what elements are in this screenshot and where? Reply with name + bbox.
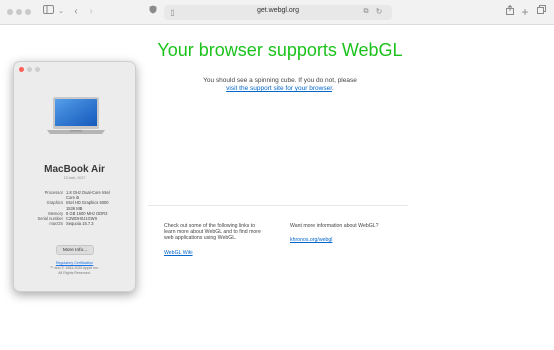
share-icon[interactable] [505,4,515,19]
spec-key: Graphics [46,200,63,206]
about-this-mac-window: MacBook Air 13-inch, 2017 Processor 1.8 … [13,61,136,292]
support-site-link[interactable]: visit the support site for your browser [226,85,332,92]
page-subtext: You should see a spinning cube. If you d… [150,77,410,93]
spec-row-graphics: Graphics Intel HD Graphics 6000 1536 MB [14,200,135,210]
webgl-wiki-link[interactable]: WebGL Wiki [164,250,284,256]
links-text-3: web applications using WebGL. [164,235,237,242]
subtext-line: You should see a spinning cube. If you d… [203,77,357,84]
window-minimize-button[interactable] [16,9,22,15]
section-divider [148,205,408,206]
spec-list: Processor 1.8 GHz Dual-Core Intel Core i… [14,190,135,226]
address-bar[interactable]: ▯ get.webgl.org ⧉ ↻ [164,5,392,20]
spec-row-processor: Processor 1.8 GHz Dual-Core Intel Core i… [14,190,135,200]
window-zoom-button[interactable] [25,9,31,15]
chevron-left-icon[interactable]: ‹ [71,5,81,19]
chevron-right-icon[interactable]: › [86,5,96,19]
subtext-period: . [332,85,334,92]
spec-row-macos: macOS Sequoia 15.7.3 [14,221,135,226]
links-column: Check out some of the following links to… [164,223,284,256]
info-text: Want more information about WebGL? [290,223,379,229]
tabs-overview-icon[interactable] [536,5,546,19]
plus-icon[interactable]: + [520,5,530,19]
macbook-air-image [47,97,105,134]
more-info-button[interactable]: More Info... [56,245,94,255]
sidebar-icon[interactable] [41,5,55,19]
shield-icon[interactable] [148,5,158,19]
translate-icon[interactable]: ⧉ [360,5,372,19]
window-close-button[interactable] [7,9,13,15]
about-zoom-button[interactable] [35,67,40,72]
copyright-text: ™ and © 1983-2025 Apple Inc. All Rights … [14,266,135,275]
info-column: Want more information about WebGL? khron… [290,223,410,243]
page-headline: Your browser supports WebGL [157,40,403,60]
spec-value: Sequoia 15.7.3 [66,221,94,227]
spec-key: Processor [44,190,63,195]
model-year: 13-inch, 2017 [63,176,86,180]
copyright-line-2: All Rights Reserved. [58,270,91,275]
browser-toolbar: ⌄ ‹ › ▯ get.webgl.org ⧉ ↻ + [0,0,554,25]
about-minimize-button[interactable] [27,67,32,72]
model-title: MacBook Air [44,164,105,175]
chevron-down-icon[interactable]: ⌄ [57,5,65,19]
about-close-button[interactable] [19,67,24,72]
regulatory-certification-link[interactable]: Regulatory Certification [14,261,135,265]
url-text[interactable]: get.webgl.org [164,7,392,14]
spec-value: Intel HD Graphics 6000 1536 MB [66,200,109,211]
spec-value: 1.8 GHz Dual-Core Intel Core i5 [66,190,110,201]
reload-icon[interactable]: ↻ [374,5,384,19]
spec-key: macOS [49,221,63,227]
khronos-link[interactable]: khronos.org/webgl [290,237,410,243]
